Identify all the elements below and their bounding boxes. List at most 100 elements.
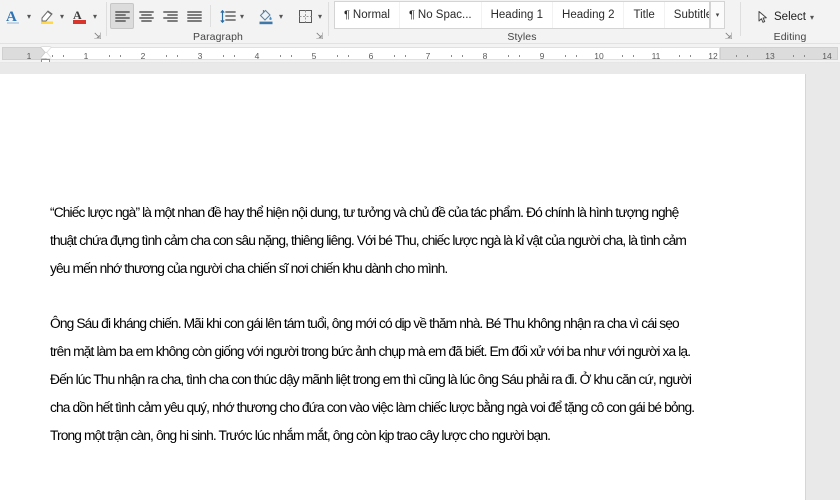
ribbon-separator-3 — [740, 2, 741, 36]
ribbon-group-styles: ¶ Normal ¶ No Spac... Heading 1 Heading … — [330, 0, 734, 44]
align-right-button[interactable] — [158, 3, 182, 29]
ruler-minor-tick — [405, 55, 406, 57]
ruler-tick: 12 — [708, 51, 718, 61]
ruler-minor-tick — [63, 55, 64, 57]
ruler-minor-tick — [747, 55, 748, 57]
borders-button[interactable] — [293, 3, 317, 29]
styles-gallery[interactable]: ¶ Normal ¶ No Spac... Heading 1 Heading … — [334, 1, 710, 29]
ruler-minor-tick — [565, 55, 566, 57]
cursor-select-icon — [758, 11, 767, 23]
word-document-window: A ▾ ▾ A ▾ ⇲ ▾ ▾ ▾ Paragraph ⇲ ¶ Normal ¶… — [0, 0, 840, 500]
ruler-minor-tick — [291, 55, 292, 57]
ruler-minor-tick — [451, 55, 452, 57]
ruler-tick: 2 — [140, 51, 146, 61]
borders-caret-icon[interactable]: ▾ — [317, 3, 326, 29]
align-right-icon — [162, 10, 178, 22]
style-label: Heading 1 — [490, 9, 544, 21]
ruler-tick: 10 — [594, 51, 604, 61]
ruler-minor-tick — [280, 55, 281, 57]
ruler-minor-tick — [633, 55, 634, 57]
horizontal-ruler[interactable]: 1 1 2 3 4 5 6 7 8 9 10 11 12 13 14 — [0, 44, 840, 63]
shading-button[interactable] — [254, 3, 278, 29]
paragraph[interactable]: Ông Sáu đi kháng chiến. Mãi khi con gái … — [50, 310, 702, 450]
style-label: No Spac... — [417, 9, 472, 21]
select-button[interactable]: Select ▾ — [752, 4, 818, 30]
ruler-tick: 4 — [254, 51, 260, 61]
shading-caret-icon[interactable]: ▾ — [278, 3, 287, 29]
ruler-tick: 1 — [26, 51, 32, 61]
text-effects-caret-icon[interactable]: ▾ — [26, 3, 35, 29]
ruler-tick: 13 — [765, 51, 775, 61]
ruler-tick: 6 — [368, 51, 374, 61]
justify-button[interactable] — [182, 3, 206, 29]
borders-grid-icon — [298, 9, 312, 23]
ruler-tick: 5 — [311, 51, 317, 61]
ruler-minor-tick — [348, 55, 349, 57]
ribbon-separator-2 — [328, 2, 329, 36]
svg-text:A: A — [73, 8, 82, 22]
ruler-tick: 11 — [651, 51, 661, 61]
align-left-icon — [114, 10, 130, 22]
style-item-normal[interactable]: ¶ Normal — [335, 2, 400, 28]
ruler-minor-tick — [508, 55, 509, 57]
ruler-ticks: 1 1 2 3 4 5 6 7 8 9 10 11 12 13 14 — [0, 47, 840, 61]
style-item-title[interactable]: Title — [624, 2, 665, 28]
styles-more-caret-icon: ▾ — [715, 12, 720, 19]
styles-group-label: Styles — [507, 31, 537, 43]
document-body[interactable]: “Chiếc lược ngà” là một nhan đề hay thể … — [50, 199, 702, 477]
ruler-minor-tick — [109, 55, 110, 57]
paragraph-inner-separator — [210, 5, 211, 27]
ribbon-toolbar: A ▾ ▾ A ▾ ⇲ ▾ ▾ ▾ Paragraph ⇲ ¶ Normal ¶… — [0, 0, 840, 44]
ruler-minor-tick — [52, 55, 53, 57]
ruler-tick: 3 — [197, 51, 203, 61]
font-color-caret-icon[interactable]: ▾ — [92, 3, 101, 29]
style-item-heading-2[interactable]: Heading 2 — [553, 2, 625, 28]
editing-group-label: Editing — [773, 31, 807, 43]
ruler-minor-tick — [793, 55, 794, 57]
paragraph[interactable]: “Chiếc lược ngà” là một nhan đề hay thể … — [50, 199, 702, 283]
ruler-tick: 1 — [83, 51, 89, 61]
line-spacing-button[interactable] — [215, 3, 239, 29]
paragraph-group-label: Paragraph — [193, 31, 243, 43]
font-color-button[interactable]: A — [68, 3, 92, 29]
line-spacing-icon — [219, 9, 236, 23]
select-label: Select — [774, 11, 806, 23]
hanging-indent-marker[interactable] — [41, 52, 51, 58]
align-center-icon — [138, 10, 154, 22]
text-effects-icon: A — [6, 9, 19, 25]
ruler-minor-tick — [804, 55, 805, 57]
highlight-caret-icon[interactable]: ▾ — [59, 3, 68, 29]
style-label: Title — [633, 9, 655, 21]
text-highlight-color-button[interactable] — [35, 3, 59, 29]
document-canvas[interactable]: “Chiếc lược ngà” là một nhan đề hay thể … — [0, 63, 840, 500]
select-caret-icon[interactable]: ▾ — [810, 13, 814, 22]
style-item-heading-1[interactable]: Heading 1 — [482, 2, 554, 28]
ruler-minor-tick — [177, 55, 178, 57]
style-item-subtitle[interactable]: Subtitle — [665, 2, 709, 28]
style-label: Normal — [352, 9, 390, 21]
ribbon-group-paragraph: ▾ ▾ ▾ Paragraph ⇲ — [108, 0, 328, 44]
align-center-button[interactable] — [134, 3, 158, 29]
styles-more-button[interactable]: ▾ — [710, 1, 725, 29]
paint-bucket-icon — [259, 9, 273, 25]
ruler-minor-tick — [622, 55, 623, 57]
document-page[interactable]: “Chiếc lược ngà” là một nhan đề hay thể … — [0, 74, 806, 500]
font-dialog-launcher[interactable]: ⇲ — [92, 31, 103, 42]
ruler-tick: 14 — [822, 51, 832, 61]
styles-dialog-launcher[interactable]: ⇲ — [723, 31, 734, 42]
ruler-minor-tick — [736, 55, 737, 57]
ruler-minor-tick — [234, 55, 235, 57]
ruler-minor-tick — [394, 55, 395, 57]
line-spacing-caret-icon[interactable]: ▾ — [239, 3, 248, 29]
ruler-minor-tick — [337, 55, 338, 57]
highlighter-icon — [41, 10, 54, 24]
ruler-minor-tick — [166, 55, 167, 57]
paragraph-dialog-launcher[interactable]: ⇲ — [314, 31, 325, 42]
ruler-minor-tick — [223, 55, 224, 57]
text-effects-button[interactable]: A — [2, 3, 26, 29]
align-left-button[interactable] — [110, 3, 134, 29]
ruler-tick: 8 — [482, 51, 488, 61]
ribbon-group-font: A ▾ ▾ A ▾ ⇲ — [0, 0, 106, 44]
ruler-minor-tick — [690, 55, 691, 57]
style-item-no-spacing[interactable]: ¶ No Spac... — [400, 2, 482, 28]
